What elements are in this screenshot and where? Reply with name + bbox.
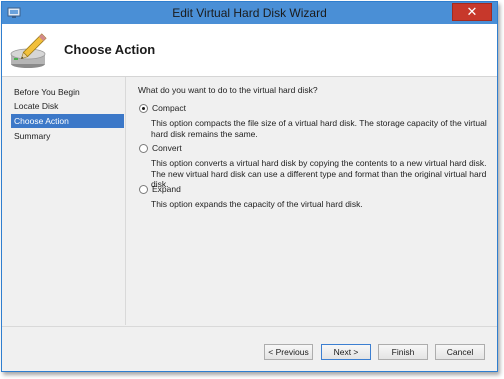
expand-radio[interactable] — [139, 185, 148, 194]
convert-label[interactable]: Convert — [152, 143, 182, 153]
nav-item-locate-disk[interactable]: Locate Disk — [11, 99, 124, 113]
cancel-button[interactable]: Cancel — [435, 344, 485, 360]
footer-divider — [2, 326, 497, 327]
title-bar[interactable]: Edit Virtual Hard Disk Wizard ✕ — [2, 2, 497, 24]
compact-label[interactable]: Compact — [152, 103, 186, 113]
question-text: What do you want to do to the virtual ha… — [138, 85, 318, 95]
expand-description: This option expands the capacity of the … — [151, 199, 363, 209]
previous-button[interactable]: < Previous — [264, 344, 313, 360]
page-title: Choose Action — [64, 42, 156, 57]
convert-radio[interactable] — [139, 144, 148, 153]
nav-item-summary[interactable]: Summary — [11, 129, 124, 143]
expand-label[interactable]: Expand — [152, 184, 181, 194]
next-button[interactable]: Next > — [321, 344, 371, 360]
convert-description: This option converts a virtual hard disk… — [151, 158, 487, 189]
finish-button[interactable]: Finish — [378, 344, 428, 360]
close-icon: ✕ — [466, 4, 478, 19]
compact-radio[interactable] — [139, 104, 148, 113]
close-button[interactable]: ✕ — [452, 3, 492, 21]
window-title: Edit Virtual Hard Disk Wizard — [172, 6, 327, 20]
wizard-header: Choose Action — [2, 24, 497, 77]
wizard-steps-nav: Before You Begin Locate Disk Choose Acti… — [2, 77, 126, 325]
compact-description: This option compacts the file size of a … — [151, 118, 487, 139]
nav-item-choose-action[interactable]: Choose Action — [11, 114, 124, 128]
disk-with-pencil-icon — [10, 33, 47, 68]
wizard-window: Edit Virtual Hard Disk Wizard ✕ Choose A… — [1, 1, 498, 372]
nav-item-before-you-begin[interactable]: Before You Begin — [11, 85, 124, 99]
